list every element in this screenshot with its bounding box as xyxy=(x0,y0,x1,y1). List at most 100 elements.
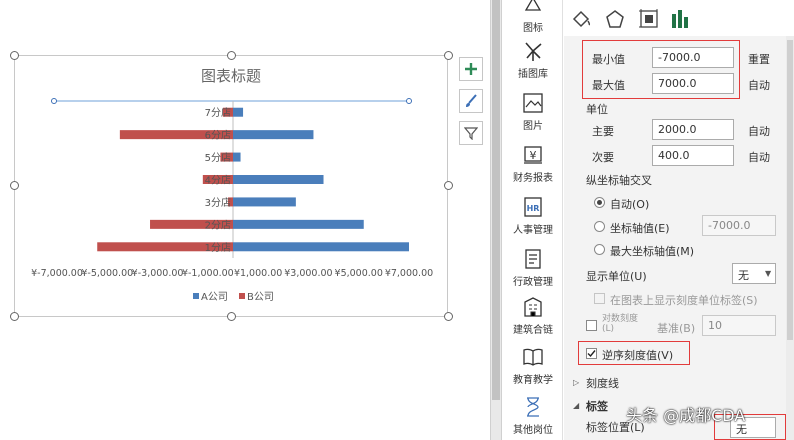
resize-handle-tr[interactable] xyxy=(444,51,453,60)
major-auto-button[interactable]: 自动 xyxy=(748,123,770,139)
x-tick-label: ¥-5,000.00 xyxy=(81,268,133,279)
rail-item-label: 其他岗位 xyxy=(513,425,553,436)
minor-unit-input[interactable] xyxy=(652,145,734,166)
tick-marks-section[interactable]: 刻度线 xyxy=(586,375,619,391)
base-label: 基准(B) xyxy=(657,322,696,335)
min-reset-button[interactable]: 重置 xyxy=(748,51,770,67)
chart-filters-button[interactable] xyxy=(459,121,483,145)
bar-a-6 xyxy=(233,219,364,229)
rail-item-label: 财务报表 xyxy=(513,173,553,184)
legend-label: B公司 xyxy=(247,292,274,303)
max-value-input[interactable] xyxy=(652,73,734,94)
bar-a-5 xyxy=(233,197,296,207)
scrollbar-thumb[interactable] xyxy=(492,0,500,400)
rail-item-finance[interactable]: ¥ 财务报表 xyxy=(503,144,563,196)
category-label: 6分店 xyxy=(205,129,231,142)
resize-handle-br[interactable] xyxy=(444,312,453,321)
reverse-order-label[interactable]: 逆序刻度值(V) xyxy=(602,347,673,363)
min-label: 最小值 xyxy=(592,53,625,66)
cross-value-radio[interactable] xyxy=(594,221,605,232)
bar-a-7 xyxy=(233,242,409,252)
rail-item-other[interactable]: 其他岗位 xyxy=(503,396,563,440)
resize-handle-tc[interactable] xyxy=(227,51,236,60)
plot-area-handle xyxy=(51,98,57,104)
resize-handle-bl[interactable] xyxy=(10,312,19,321)
category-label: 1分店 xyxy=(205,241,231,254)
resize-handle-mr[interactable] xyxy=(444,181,453,190)
base-input[interactable] xyxy=(702,315,776,336)
rail-item-pictures[interactable]: 图片 xyxy=(503,92,563,144)
x-tick-label: ¥-1,000.00 xyxy=(182,268,234,279)
category-label: 4分店 xyxy=(205,174,231,187)
rail-item-education[interactable]: 教育教学 xyxy=(503,346,563,398)
cross-value-input[interactable] xyxy=(702,215,776,236)
x-tick-label: ¥3,000.00 xyxy=(284,268,332,279)
units-header: 单位 xyxy=(586,103,608,116)
rail-item-label: 图片 xyxy=(523,121,543,132)
show-units-checkbox[interactable] xyxy=(594,293,605,304)
bar-a-4 xyxy=(233,175,324,184)
hr-icon: HR xyxy=(524,197,542,217)
rail-item-illustrations[interactable]: 插图库 xyxy=(503,40,563,92)
major-unit-input[interactable] xyxy=(652,119,734,140)
max-label: 最大值 xyxy=(592,79,625,92)
x-tick-label: ¥-7,000.00 xyxy=(31,268,83,279)
resource-rail: 图标 插图库 图片 ¥ 财务报表 HR 人事管理 行政管理 建筑合链 教育教学 … xyxy=(503,0,563,440)
format-axis-panel: 最小值 重置 最大值 自动 单位 主要 自动 次要 自动 纵坐标轴交叉 自动(O… xyxy=(564,0,794,440)
cross-header: 纵坐标轴交叉 xyxy=(586,174,652,187)
fill-icon[interactable] xyxy=(570,8,592,30)
bar-a-2 xyxy=(233,130,314,140)
rail-item-label: 插图库 xyxy=(518,69,548,80)
bar-a-3 xyxy=(233,152,241,162)
labels-section[interactable]: 标签 xyxy=(586,398,608,414)
display-units-label: 显示单位(U) xyxy=(586,270,647,283)
plus-icon xyxy=(465,63,477,75)
category-label: 7分店 xyxy=(205,106,231,119)
chart-svg: 图表标题 7分店 6分店 5分店 4分店 3分店 2分店 1分店 ¥-7,000.00¥-5,… xyxy=(31,67,433,303)
chart-styles-button[interactable] xyxy=(459,89,483,113)
rail-item-label: 建筑合链 xyxy=(513,325,553,336)
x-tick-label: ¥7,000.00 xyxy=(385,268,433,279)
reverse-order-checkbox[interactable] xyxy=(586,348,597,359)
pentagon-icon[interactable] xyxy=(604,8,626,30)
rail-item-hr[interactable]: HR 人事管理 xyxy=(503,196,563,248)
max-auto-button[interactable]: 自动 xyxy=(748,77,770,93)
x-tick-label: ¥1,000.00 xyxy=(234,268,282,279)
cross-auto-radio[interactable] xyxy=(594,197,605,208)
bar-chart-icon[interactable] xyxy=(670,8,692,30)
log-scale-label: 对数刻度(L) xyxy=(602,314,639,334)
collapse-arrow-icon: ◢ xyxy=(573,401,580,410)
minor-auto-button[interactable]: 自动 xyxy=(748,149,770,165)
resize-handle-ml[interactable] xyxy=(10,181,19,190)
size-icon[interactable] xyxy=(638,8,660,30)
major-label: 主要 xyxy=(592,125,614,138)
cross-max-label[interactable]: 最大坐标轴值(M) xyxy=(610,243,694,259)
display-units-value: 无 xyxy=(738,269,749,282)
cross-auto-label[interactable]: 自动(O) xyxy=(610,196,649,212)
cross-max-radio[interactable] xyxy=(594,244,605,255)
cross-value-label[interactable]: 坐标轴值(E) xyxy=(610,220,670,236)
log-scale-checkbox[interactable] xyxy=(586,320,597,331)
checkmark-icon xyxy=(587,350,596,358)
svg-text:¥: ¥ xyxy=(530,149,537,162)
resize-handle-tl[interactable] xyxy=(10,51,19,60)
chart-elements-button[interactable] xyxy=(459,57,483,81)
expand-arrow-icon: ▷ xyxy=(573,378,580,387)
filter-icon xyxy=(464,127,478,140)
book-icon xyxy=(523,348,543,366)
svg-text:HR: HR xyxy=(527,204,540,213)
rail-item-label: 人事管理 xyxy=(513,225,553,236)
panel-scrollbar-thumb[interactable] xyxy=(787,40,793,340)
finance-icon: ¥ xyxy=(524,146,542,164)
bar-a-1 xyxy=(233,107,244,117)
hourglass-icon xyxy=(527,397,539,417)
windmill-icon xyxy=(525,42,542,61)
min-value-input[interactable] xyxy=(652,47,734,68)
rail-item-building[interactable]: 建筑合链 xyxy=(503,296,563,348)
chevron-down-icon: ▼ xyxy=(765,269,772,278)
rail-item-admin[interactable]: 行政管理 xyxy=(503,248,563,300)
resize-handle-bc[interactable] xyxy=(227,312,236,321)
category-label: 3分店 xyxy=(205,196,231,209)
legend-label: A公司 xyxy=(201,292,228,303)
chart-title[interactable]: 图表标题 xyxy=(201,67,261,85)
